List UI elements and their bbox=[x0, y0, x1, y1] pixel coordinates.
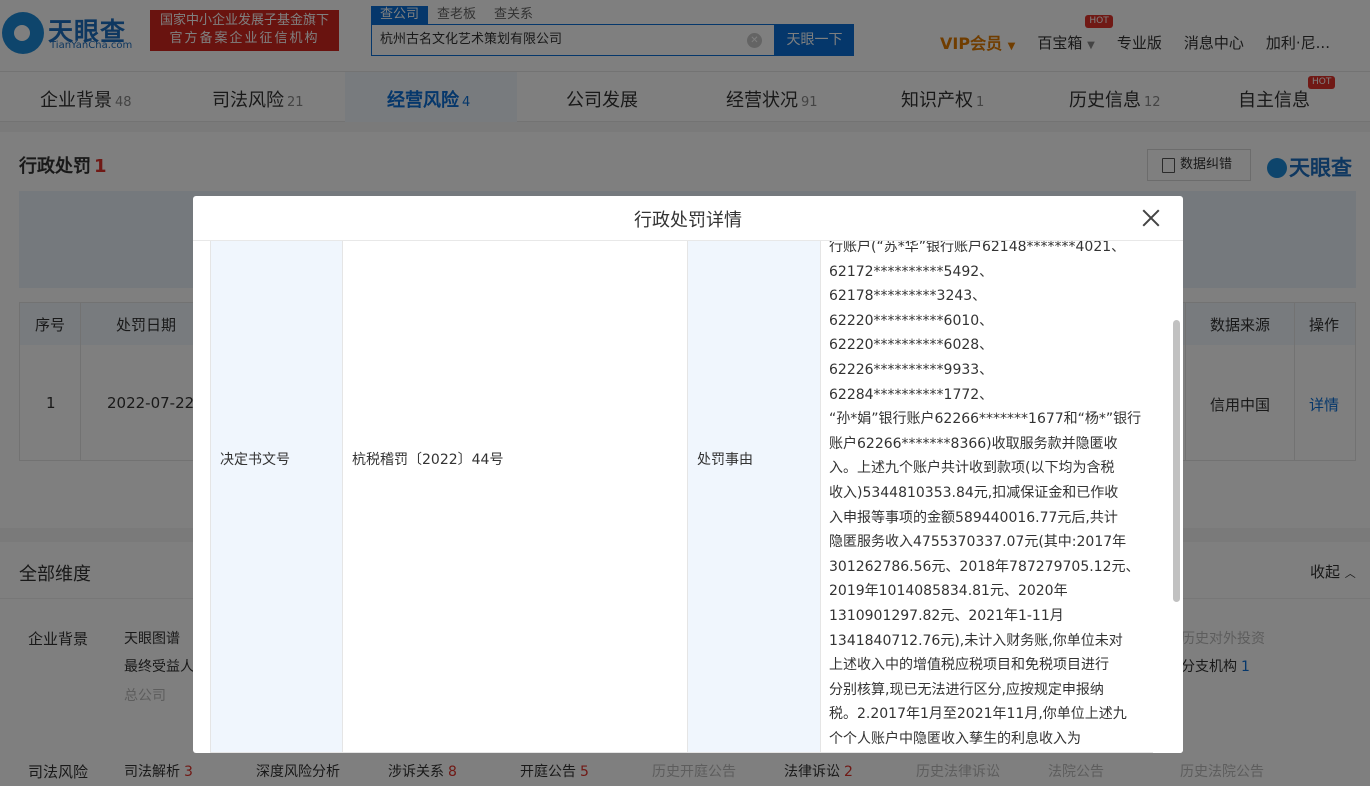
doc-number-label: 决定书文号 bbox=[220, 452, 290, 468]
modal-body: 决定书文号 杭税稽罚〔2022〕44号 处罚事由 行账户(“苏*华”银行账户62… bbox=[210, 241, 1153, 753]
penalty-reason-text: 行账户(“苏*华”银行账户62148*******4021、 62172****… bbox=[829, 241, 1142, 747]
modal-header: 行政处罚详情 bbox=[193, 196, 1183, 241]
label-cell bbox=[687, 241, 821, 753]
scrollbar-thumb[interactable] bbox=[1173, 320, 1180, 602]
modal-title: 行政处罚详情 bbox=[634, 210, 742, 231]
penalty-detail-modal: 行政处罚详情 决定书文号 杭税稽罚〔2022〕44号 处罚事由 行账户(“苏*华… bbox=[193, 196, 1183, 753]
penalty-reason-label: 处罚事由 bbox=[697, 452, 753, 468]
close-icon[interactable] bbox=[1139, 206, 1163, 230]
value-cell bbox=[342, 241, 688, 753]
doc-number-value: 杭税稽罚〔2022〕44号 bbox=[352, 452, 504, 468]
label-cell bbox=[210, 241, 343, 753]
